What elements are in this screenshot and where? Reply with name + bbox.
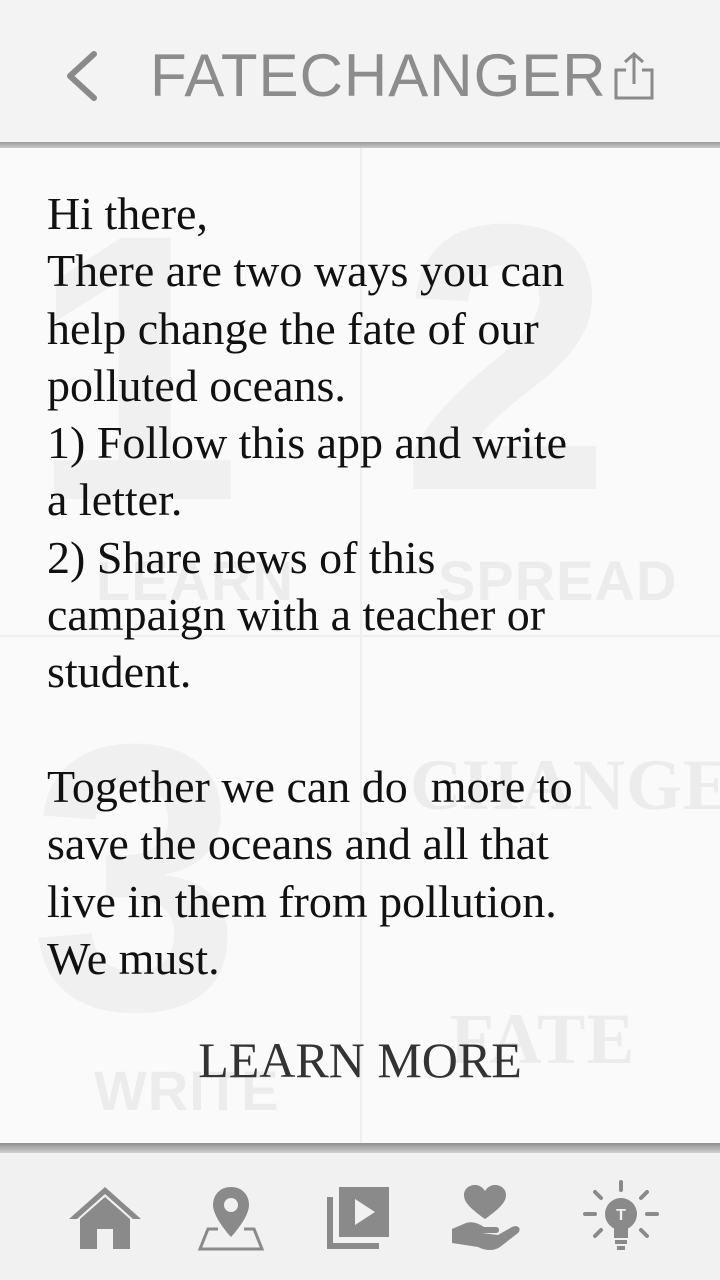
nav-map-button[interactable] — [186, 1173, 276, 1263]
intro-message: Hi there, There are two ways you can hel… — [47, 188, 573, 984]
video-library-icon — [327, 1187, 389, 1249]
app-title: FATECHANGER — [150, 42, 607, 109]
map-pin-icon — [197, 1187, 265, 1251]
nav-home-button[interactable] — [60, 1173, 150, 1263]
nav-donate-button[interactable] — [440, 1173, 530, 1263]
share-button[interactable] — [604, 44, 664, 108]
back-button[interactable] — [52, 44, 112, 108]
nav-tips-button[interactable]: T — [576, 1173, 666, 1263]
lightbulb-icon: T — [583, 1180, 659, 1250]
nav-videos-button[interactable] — [313, 1173, 403, 1263]
share-icon — [614, 51, 654, 100]
bottom-navigation: T — [0, 1153, 720, 1280]
chevron-left-icon — [67, 51, 97, 101]
learn-more-button[interactable]: LEARN MORE — [160, 1030, 560, 1090]
heart-hand-icon — [452, 1185, 520, 1250]
home-icon — [69, 1187, 141, 1249]
svg-text:T: T — [616, 1207, 626, 1224]
header-divider — [0, 142, 720, 148]
top-app-bar: FATECHANGER — [0, 0, 720, 142]
bottom-nav-divider — [0, 1143, 720, 1153]
app-screen: 1 2 3 LEARN SPREAD CHANGE FATE WRITE FAT… — [0, 0, 720, 1280]
